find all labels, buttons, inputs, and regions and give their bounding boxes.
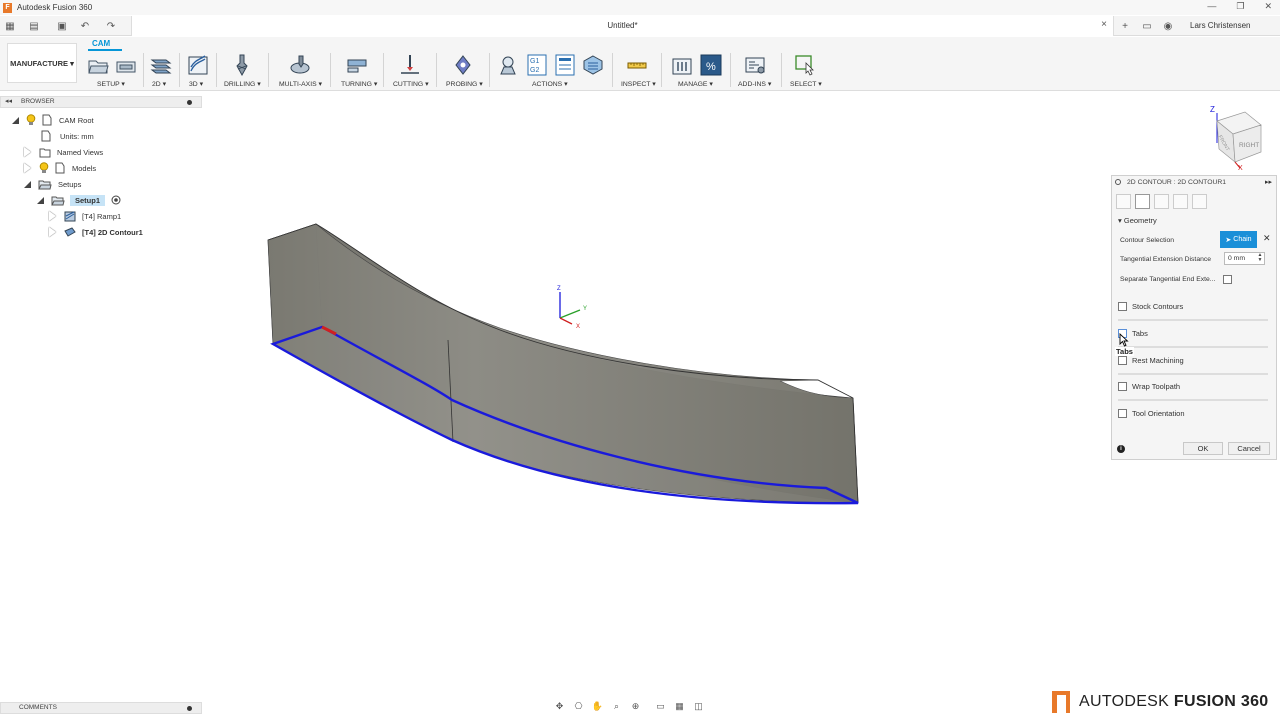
stock-contours-checkbox[interactable]: [1118, 302, 1127, 311]
view-cube[interactable]: Z RIGHT FRONT X: [1210, 105, 1262, 172]
tab-geometry[interactable]: [1135, 194, 1150, 209]
viewcube-z-label: Z: [1210, 105, 1215, 114]
grid-settings-icon[interactable]: ▦: [673, 700, 686, 713]
expand-dialog-icon[interactable]: ▸▸: [1265, 178, 1272, 186]
dialog-tabs: [1116, 194, 1207, 209]
spinner-icon[interactable]: ▲ ▼: [1256, 253, 1264, 263]
triad-z-label: Z: [557, 286, 561, 292]
brand-wordmark: AUTODESK FUSION 360: [1079, 693, 1268, 711]
chain-button-label: Chain: [1233, 236, 1252, 243]
tangential-extension-label: Tangential Extension Distance: [1120, 256, 1212, 263]
look-at-icon[interactable]: ⎔: [572, 700, 585, 713]
navigation-bar: ✥ ⎔ ✋ ⌕ ⊕ ▭ ▦ ◫: [553, 700, 705, 713]
clear-selection-icon[interactable]: ✕: [1263, 233, 1271, 244]
part-body[interactable]: [267, 223, 859, 504]
fit-icon[interactable]: ⊕: [629, 700, 642, 713]
tab-linking[interactable]: [1192, 194, 1207, 209]
comments-title: COMMENTS: [19, 704, 57, 711]
contour-selection-label: Contour Selection: [1120, 237, 1175, 244]
fusion-brand-logo-icon: [1052, 691, 1070, 713]
tab-heights[interactable]: [1154, 194, 1169, 209]
group-divider: [1118, 346, 1268, 348]
orbit-icon[interactable]: ✥: [553, 700, 566, 713]
triad-x-label: X: [576, 324, 580, 330]
tool-orientation-label: Tool Orientation: [1132, 409, 1185, 418]
cursor-arrow-icon: ➤: [1225, 236, 1232, 244]
brand-prefix: AUTODESK: [1079, 693, 1170, 710]
tabs-label: Tabs: [1132, 329, 1148, 338]
viewport-canvas[interactable]: Z Y X Z RIGHT FRONT X: [0, 0, 1280, 720]
tabs-tooltip: Tabs: [1115, 347, 1134, 356]
brand-product: FUSION 360: [1173, 693, 1269, 710]
comments-pin-icon[interactable]: [187, 706, 192, 711]
ok-button[interactable]: OK: [1183, 442, 1223, 455]
info-icon[interactable]: i: [1117, 445, 1125, 453]
autodesk-brand: AUTODESK FUSION 360: [1052, 691, 1268, 713]
stock-contours-label: Stock Contours: [1132, 302, 1184, 311]
dialog-icon: [1115, 179, 1121, 185]
viewports-icon[interactable]: ◫: [692, 700, 705, 713]
geometry-group-header[interactable]: ▾ Geometry: [1118, 216, 1157, 225]
zoom-icon[interactable]: ⌕: [610, 700, 623, 713]
rest-machining-label: Rest Machining: [1132, 356, 1184, 365]
axis-triad: Z Y X: [557, 286, 587, 330]
group-divider: [1118, 399, 1268, 401]
tab-passes[interactable]: [1173, 194, 1188, 209]
viewcube-x-label: X: [1238, 165, 1243, 172]
triad-y-label: Y: [583, 306, 587, 312]
tab-tool[interactable]: [1116, 194, 1131, 209]
pan-icon[interactable]: ✋: [591, 700, 604, 713]
mouse-cursor-icon: [1119, 333, 1129, 347]
display-settings-icon[interactable]: ▭: [654, 700, 667, 713]
comments-panel[interactable]: COMMENTS: [0, 702, 202, 714]
chain-selection-button[interactable]: ➤ Chain: [1220, 231, 1257, 248]
wrap-toolpath-label: Wrap Toolpath: [1132, 382, 1181, 391]
group-divider: [1118, 319, 1268, 321]
tool-orientation-checkbox[interactable]: [1118, 409, 1127, 418]
cancel-button[interactable]: Cancel: [1228, 442, 1270, 455]
group-divider: [1118, 373, 1268, 375]
separate-tangential-label: Separate Tangential End Exte...: [1120, 276, 1216, 283]
separate-tangential-checkbox[interactable]: [1223, 275, 1232, 284]
viewcube-right-label: RIGHT: [1239, 142, 1259, 149]
wrap-toolpath-checkbox[interactable]: [1118, 382, 1127, 391]
2d-contour-dialog: 2D CONTOUR : 2D CONTOUR1 ▸▸ ▾ Geometry C…: [1111, 175, 1277, 460]
rest-machining-checkbox[interactable]: [1118, 356, 1127, 365]
geometry-group-label: Geometry: [1123, 216, 1157, 225]
dialog-title: 2D CONTOUR : 2D CONTOUR1: [1127, 179, 1227, 186]
